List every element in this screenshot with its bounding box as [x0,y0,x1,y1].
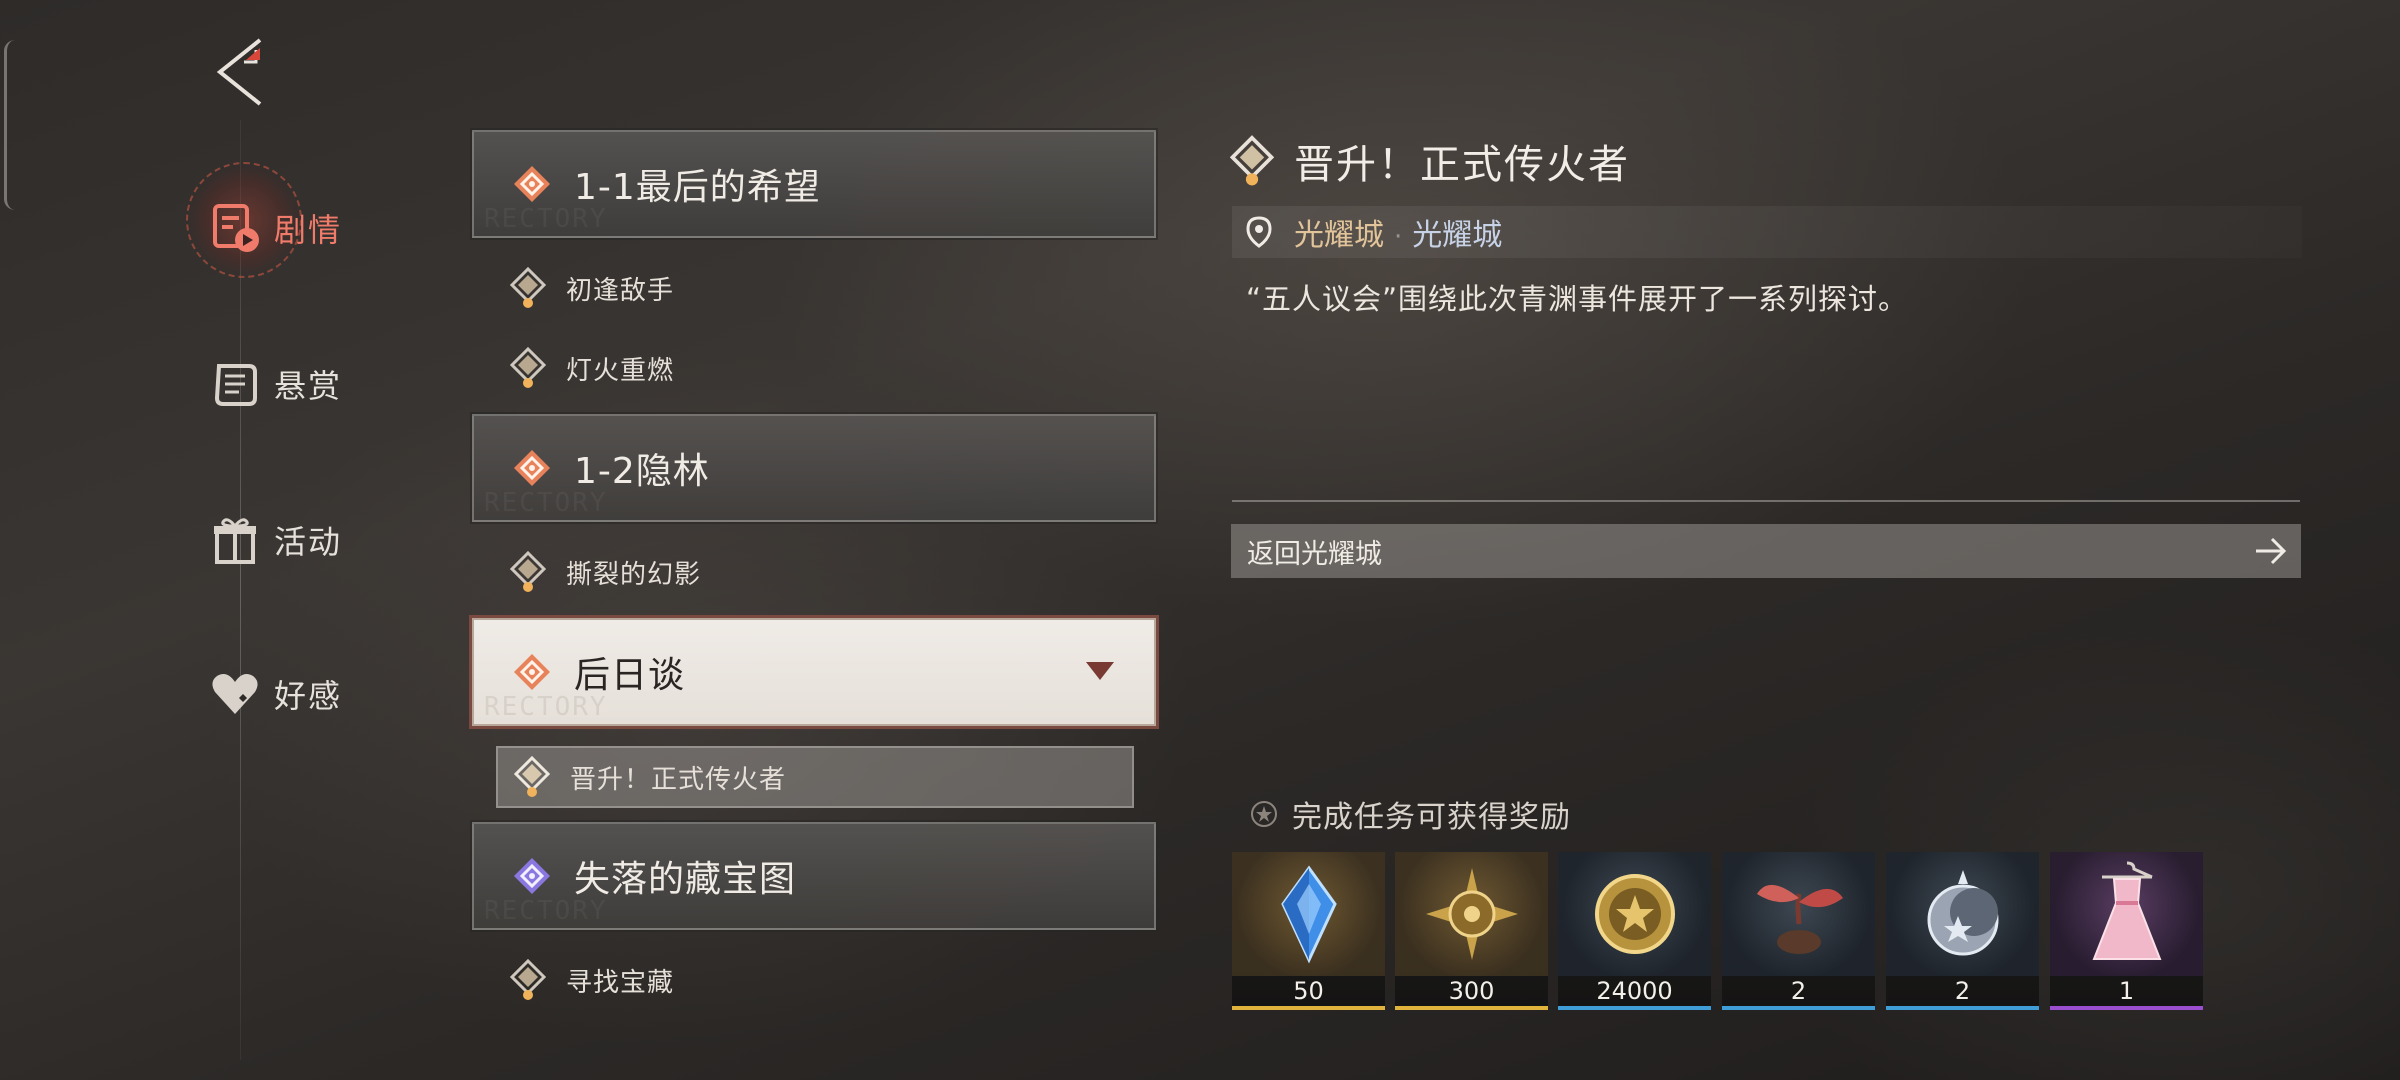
quest-item[interactable]: 寻找宝藏 [510,950,1130,1010]
silver-moon-orb-icon [1886,852,2039,976]
quest-label: 寻找宝藏 [566,967,675,998]
chapter-watermark: RECTORY [484,896,608,926]
reward-quantity: 2 [1722,976,1875,1006]
scroll-icon [200,349,270,419]
quest-item-selected[interactable]: 晋升！正式传火者 [496,746,1134,808]
chapter-epilogue[interactable]: RECTORY 后日谈 [469,615,1159,729]
chapter-purple-diamond-icon [514,858,550,894]
rarity-bar [1722,1006,1875,1010]
reward-slot[interactable]: 50 [1232,852,1385,1010]
pink-dress-icon [2050,852,2203,976]
reward-quantity: 50 [1232,976,1385,1006]
nav-label-bounty: 悬赏 [274,367,343,405]
rarity-bar [1395,1006,1548,1010]
chapter-label: 失落的藏宝图 [574,859,797,900]
reward-quantity: 2 [1886,976,2039,1006]
chapter-label: 1-1最后的希望 [574,167,821,208]
location-bar: 光耀城 · 光耀城 [1232,206,2302,258]
rewards-header: 完成任务可获得奖励 [1250,792,1571,836]
chapter-1-1[interactable]: RECTORY 1-1最后的希望 [470,128,1158,240]
heart-icon [200,659,270,729]
reward-slot[interactable]: 2 [1886,852,2039,1010]
quest-label: 晋升！正式传火者 [570,764,787,795]
reward-quantity: 1 [2050,976,2203,1006]
edge-decoration [4,40,15,210]
back-button[interactable] [210,36,270,108]
star-badge-icon [1251,801,1277,827]
return-button-label: 返回光耀城 [1247,538,1382,570]
chapter-1-2[interactable]: RECTORY 1-2隐林 [470,412,1158,524]
chapter-diamond-icon [514,450,550,486]
nav-item-affinity[interactable]: 好感 [200,654,420,734]
location-city: 光耀城 [1294,218,1384,253]
return-city-button[interactable]: 返回光耀城 [1231,524,2301,578]
nav-label-events: 活动 [274,523,343,561]
nav-label-story: 剧情 [274,211,343,249]
reward-quantity: 24000 [1558,976,1711,1006]
gold-coin-icon [1558,852,1711,976]
reward-slot[interactable]: 300 [1395,852,1548,1010]
expand-caret-icon [1086,662,1114,680]
quest-title-row: 晋升！正式传火者 [1230,128,1630,194]
quest-marker-icon [510,347,546,388]
quest-marker-icon [514,756,550,797]
gift-icon [200,505,270,575]
rarity-bar [1558,1006,1711,1010]
chapter-label: 后日谈 [574,655,686,696]
chapter-watermark: RECTORY [484,692,608,722]
story-icon [200,193,270,263]
reward-slot[interactable]: 24000 [1558,852,1711,1010]
quest-marker-icon [1230,135,1274,186]
chapter-diamond-icon [514,654,550,690]
blue-crystal-icon [1232,852,1385,976]
quest-description: “五人议会”围绕此次青渊事件展开了一系列探讨。 [1246,282,1909,316]
quest-item[interactable]: 撕裂的幻影 [510,542,1130,602]
nav-item-events[interactable]: 活动 [200,500,420,580]
rarity-bar [1886,1006,2039,1010]
quest-label: 撕裂的幻影 [566,559,702,590]
chapter-watermark: RECTORY [484,488,608,518]
quest-marker-icon [510,267,546,308]
quest-marker-icon [510,551,546,592]
rewards-title: 完成任务可获得奖励 [1292,800,1571,835]
quest-item[interactable]: 初逢敌手 [510,258,1130,318]
reward-slot[interactable]: 2 [1722,852,1875,1010]
reward-quantity: 300 [1395,976,1548,1006]
location-area: 光耀城 [1412,218,1503,253]
chapter-diamond-icon [514,166,550,202]
quest-label: 初逢敌手 [566,275,675,306]
divider [1232,500,2300,502]
nav-label-affinity: 好感 [274,677,343,715]
location-pin-icon [1246,216,1272,248]
chapter-lost-map[interactable]: RECTORY 失落的藏宝图 [470,820,1158,932]
chapter-label: 1-2隐林 [574,451,710,492]
quest-label: 灯火重燃 [566,355,675,386]
location-separator: · [1394,222,1403,252]
chapter-watermark: RECTORY [484,204,608,234]
arrow-right-icon [2241,536,2301,566]
back-arrow-icon [216,38,262,106]
location-text: 光耀城 · 光耀城 [1294,210,1502,254]
reward-slot[interactable]: 1 [2050,852,2203,1010]
nav-item-bounty[interactable]: 悬赏 [200,344,420,424]
red-sprout-icon [1722,852,1875,976]
gold-star-orb-icon [1395,852,1548,976]
rarity-bar [1232,1006,1385,1010]
quest-title: 晋升！正式传火者 [1294,142,1630,188]
nav-item-story[interactable]: 剧情 [200,188,420,268]
rarity-bar [2050,1006,2203,1010]
quest-marker-icon [510,959,546,1000]
quest-item[interactable]: 灯火重燃 [510,338,1130,398]
